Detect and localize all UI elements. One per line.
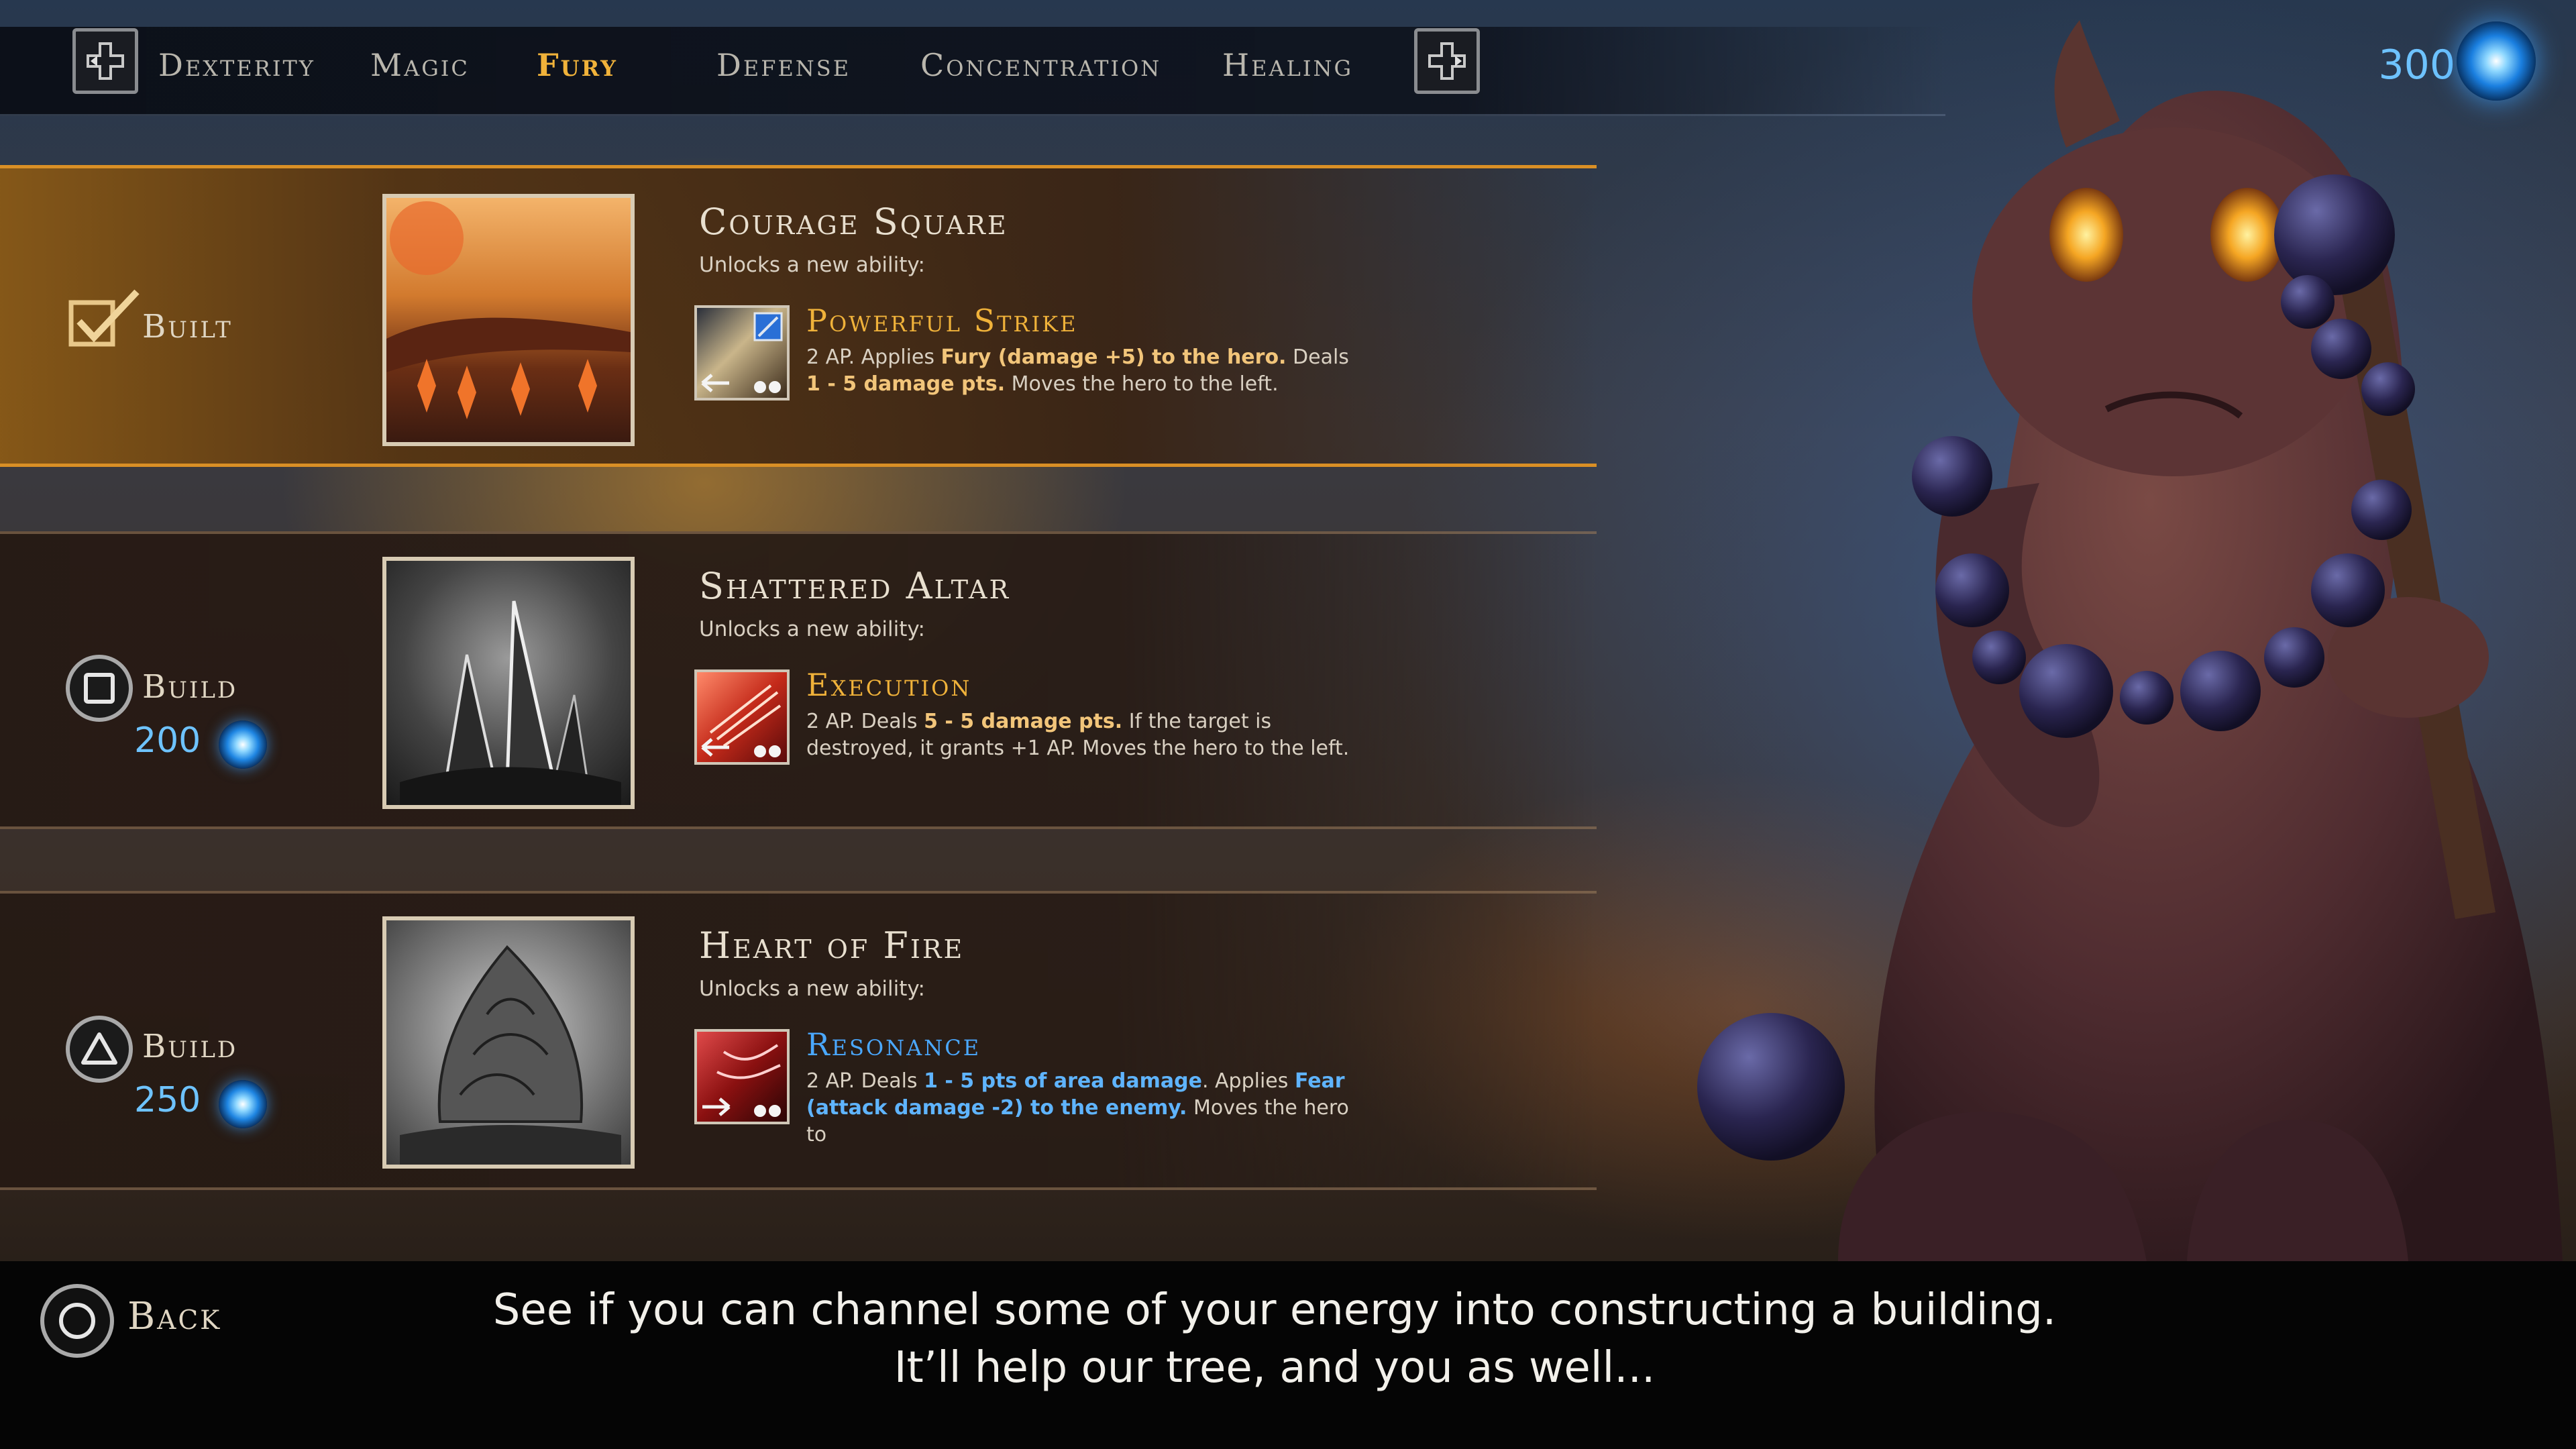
blue-orb-icon	[219, 1080, 267, 1128]
ability-name: Powerful Strike	[806, 303, 1078, 339]
dpad-right-icon[interactable]	[1414, 28, 1480, 94]
desc-highlight: 1 - 5 pts of area damage	[924, 1069, 1202, 1093]
ability-icon-execution	[694, 669, 790, 765]
ability-name: Resonance	[806, 1026, 981, 1063]
forest-spirit-character	[1697, 20, 2563, 1261]
build-cost: 200	[134, 720, 201, 761]
ability-description: 2 AP. Applies Fury (damage +5) to the he…	[806, 344, 1356, 398]
tab-defense[interactable]: Defense	[716, 47, 851, 83]
unlocks-label: Unlocks a new ability:	[699, 977, 925, 1001]
desc-text: 2 AP. Deals	[806, 710, 924, 733]
tab-fury[interactable]: Fury	[537, 47, 618, 83]
building-title: Heart of Fire	[699, 924, 965, 967]
dpad-left-icon[interactable]	[72, 28, 138, 94]
blue-orb-icon	[2457, 21, 2536, 101]
back-button[interactable]: Back	[127, 1295, 221, 1338]
subtitle-line: See if you can channel some of your ener…	[492, 1285, 2057, 1335]
building-thumbnail-shattered-altar	[382, 557, 635, 809]
currency-amount: 300	[2378, 42, 2455, 89]
building-thumbnail-courage-square	[382, 194, 635, 446]
unlocks-label: Unlocks a new ability:	[699, 253, 925, 277]
tab-magic[interactable]: Magic	[370, 47, 470, 83]
tab-concentration[interactable]: Concentration	[920, 47, 1161, 83]
building-row-heart-of-fire[interactable]: Build 250 Heart of Fire Unlocks a new ab…	[0, 891, 1597, 1190]
checkmark-icon	[68, 289, 140, 347]
status-label: Built	[142, 308, 233, 345]
desc-highlight: 1 - 5 damage pts.	[806, 372, 1006, 396]
desc-text: 2 AP. Applies	[806, 345, 941, 369]
desc-text: Moves the hero to the left.	[1005, 372, 1279, 396]
dialogue-subtitle: See if you can channel some of your ener…	[470, 1281, 2080, 1397]
desc-text: 2 AP. Deals	[806, 1069, 924, 1093]
building-row-shattered-altar[interactable]: Build 200 Shattered Altar Unlocks a new …	[0, 531, 1597, 829]
building-title: Shattered Altar	[699, 565, 1011, 607]
status-label: Build	[142, 668, 238, 706]
ability-icon-powerful-strike	[694, 305, 790, 400]
desc-text: . Applies	[1201, 1069, 1295, 1093]
building-title: Courage Square	[699, 201, 1008, 243]
build-cost: 250	[134, 1080, 201, 1120]
building-row-courage-square[interactable]: Built Courage Square Unlocks a new abili…	[0, 165, 1597, 467]
square-button-icon[interactable]	[66, 655, 133, 722]
subtitle-line: It’ll help our tree, and you as well...	[894, 1343, 1656, 1393]
desc-text: Deals	[1286, 345, 1349, 369]
tab-healing[interactable]: Healing	[1222, 47, 1353, 83]
ability-description: 2 AP. Deals 1 - 5 pts of area damage. Ap…	[806, 1068, 1356, 1148]
tab-dexterity[interactable]: Dexterity	[158, 47, 315, 83]
triangle-button-icon[interactable]	[66, 1016, 133, 1083]
ability-description: 2 AP. Deals 5 - 5 damage pts. If the tar…	[806, 708, 1356, 762]
desc-highlight: 5 - 5 damage pts.	[924, 710, 1123, 733]
blue-orb-icon	[219, 720, 267, 769]
circle-button-icon[interactable]	[40, 1284, 114, 1358]
building-thumbnail-heart-of-fire	[382, 916, 635, 1169]
status-label: Build	[142, 1028, 238, 1065]
unlocks-label: Unlocks a new ability:	[699, 617, 925, 641]
ability-icon-resonance	[694, 1029, 790, 1124]
desc-highlight: Fury (damage +5) to the hero.	[941, 345, 1287, 369]
ability-name: Execution	[806, 667, 972, 703]
